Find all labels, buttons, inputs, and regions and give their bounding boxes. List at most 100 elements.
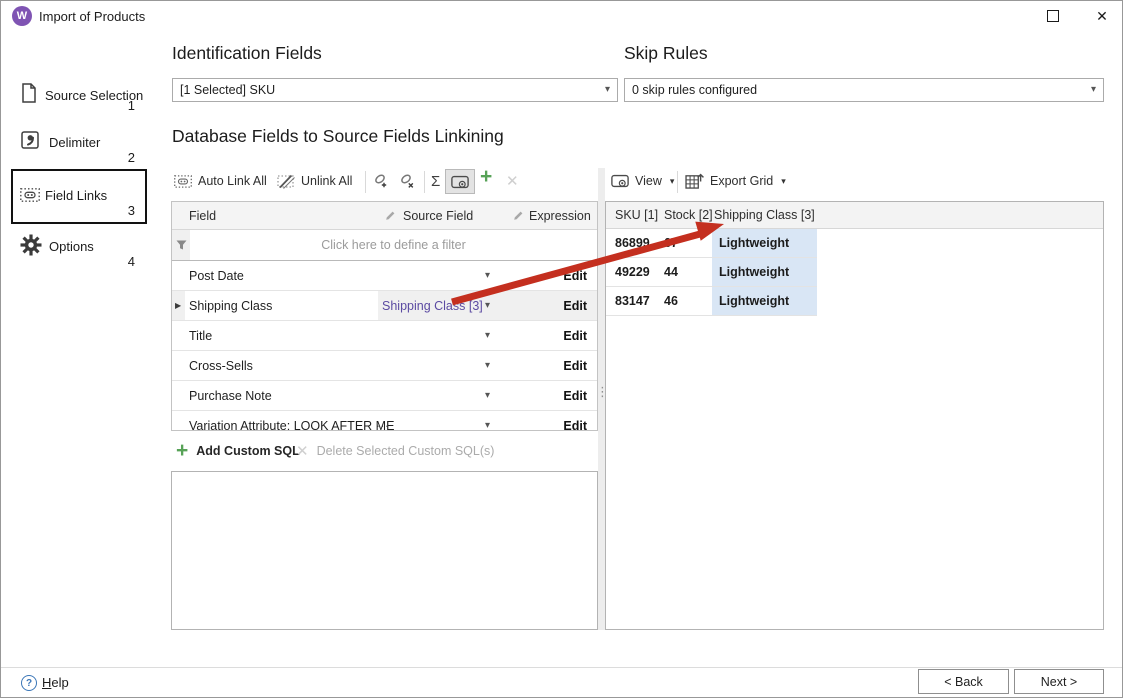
chevron-down-icon[interactable]: ▾ [485, 420, 490, 431]
dropdown-value: 0 skip rules configured [632, 83, 757, 97]
link-add-icon [373, 173, 389, 189]
field-name: Cross-Sells [189, 359, 253, 373]
toolbar-separator [424, 171, 425, 193]
window-title: Import of Products [39, 9, 145, 24]
toolbar-separator [677, 171, 678, 193]
maximize-icon [1047, 10, 1059, 22]
x-icon: ✕ [296, 442, 309, 460]
sidebar-item-delimiter[interactable]: Delimiter 2 [1, 125, 151, 165]
preview-icon [451, 175, 469, 189]
button-label: Add Custom SQL [196, 444, 299, 458]
chevron-down-icon[interactable]: ▾ [485, 390, 490, 401]
table-row-title[interactable]: Title ▾ Edit [172, 321, 597, 351]
filter-icon-cell [172, 230, 190, 260]
chevron-down-icon: ▾ [1091, 84, 1096, 95]
preview-row[interactable]: 49229 44 Lightweight [606, 258, 817, 287]
cell-sku: 86899 [615, 236, 650, 250]
step-number: 2 [113, 150, 135, 165]
page-icon [21, 83, 37, 103]
wizard-sidebar: Source Selection 1 Delimiter 2 Field Lin… [1, 31, 161, 661]
back-button[interactable]: < Back [918, 669, 1009, 694]
column-header-shipping-class[interactable]: Shipping Class [3] [714, 208, 815, 222]
export-grid-button[interactable]: Export Grid ▾ [685, 168, 786, 194]
field-name: Post Date [189, 269, 244, 283]
app-logo-icon: W [12, 6, 32, 26]
field-name: Purchase Note [189, 389, 272, 403]
step-number: 4 [113, 254, 135, 269]
link-remove-button[interactable] [395, 169, 419, 193]
sum-button[interactable]: Σ [431, 173, 440, 190]
sidebar-item-label: Delimiter [49, 135, 100, 150]
row-overflow-indicator: ... [376, 415, 390, 430]
edit-link[interactable]: Edit [563, 419, 587, 431]
delete-link-button-disabled[interactable]: ✕ [506, 172, 519, 190]
next-button[interactable]: Next > [1014, 669, 1104, 694]
column-header-field[interactable]: Field [189, 209, 216, 223]
delete-custom-sql-button-disabled[interactable]: ✕ Delete Selected Custom SQL(s) [296, 438, 494, 464]
edit-link[interactable]: Edit [563, 329, 587, 343]
help-rest: elp [51, 675, 68, 690]
edit-link[interactable]: Edit [563, 389, 587, 403]
add-custom-sql-button[interactable]: + Add Custom SQL [176, 438, 300, 464]
table-row-shipping-class-selected[interactable]: ▶ Shipping Class Shipping Class [3] ▾ Ed… [172, 291, 597, 321]
filter-row[interactable]: Click here to define a filter [172, 230, 597, 261]
panel-splitter[interactable]: ⋮ [598, 168, 605, 630]
help-link[interactable]: Help [42, 675, 69, 690]
edit-link[interactable]: Edit [563, 359, 587, 373]
chevron-down-icon: ▾ [781, 176, 786, 187]
cell-stock: 67 [664, 236, 678, 250]
chevron-down-icon[interactable]: ▾ [485, 360, 490, 371]
unlink-icon [277, 174, 295, 189]
cell-stock: 46 [664, 294, 678, 308]
table-row-cross-sells[interactable]: Cross-Sells ▾ Edit [172, 351, 597, 381]
button-label: Unlink All [301, 174, 352, 188]
add-link-button[interactable]: + [480, 165, 492, 189]
auto-link-all-button[interactable]: Auto Link All [174, 168, 267, 194]
identification-fields-dropdown[interactable]: [1 Selected] SKU ▾ [172, 78, 618, 102]
source-field-link[interactable]: Shipping Class [3] [382, 299, 482, 313]
edit-link[interactable]: Edit [563, 269, 587, 283]
sidebar-item-source-selection[interactable]: Source Selection 1 [1, 77, 151, 117]
help-accel: H [42, 675, 51, 690]
chevron-down-icon[interactable]: ▾ [485, 270, 490, 281]
question-glyph: ? [26, 678, 32, 689]
preview-toggle-button[interactable] [445, 169, 475, 194]
close-button[interactable]: ✕ [1080, 1, 1123, 31]
cell-sku: 49229 [615, 265, 650, 279]
chevron-down-icon: ▾ [670, 176, 675, 187]
chevron-down-icon[interactable]: ▾ [485, 330, 490, 341]
button-label: Delete Selected Custom SQL(s) [317, 444, 495, 458]
pencil-icon [385, 210, 396, 221]
chevron-down-icon[interactable]: ▾ [485, 300, 490, 311]
sidebar-item-field-links[interactable]: Field Links 3 [1, 181, 151, 221]
column-header-source-field[interactable]: Source Field [403, 209, 473, 223]
sidebar-item-label: Options [49, 239, 94, 254]
source-preview-panel: SKU [1] Stock [2] Shipping Class [3] 868… [605, 201, 1104, 630]
filter-placeholder: Click here to define a filter [190, 238, 597, 252]
import-products-window: W Import of Products ✕ Source Selection … [0, 0, 1123, 698]
edit-link[interactable]: Edit [563, 299, 587, 313]
maximize-button[interactable] [1031, 1, 1075, 31]
preview-row[interactable]: 86899 67 Lightweight [606, 229, 817, 258]
button-label: Export Grid [710, 174, 773, 188]
table-row-post-date[interactable]: Post Date ▾ Edit [172, 261, 597, 291]
preview-row[interactable]: 83147 46 Lightweight [606, 287, 817, 316]
field-name: Title [189, 329, 212, 343]
table-row-purchase-note[interactable]: Purchase Note ▾ Edit [172, 381, 597, 411]
column-header-stock[interactable]: Stock [2] [664, 208, 713, 222]
unlink-all-button[interactable]: Unlink All [277, 168, 352, 194]
skip-rules-dropdown[interactable]: 0 skip rules configured ▾ [624, 78, 1104, 102]
column-header-expression[interactable]: Expression [529, 209, 591, 223]
toolbar-separator [365, 171, 366, 193]
view-menu-button[interactable]: View ▾ [611, 168, 674, 194]
link-add-button[interactable] [369, 169, 393, 193]
cell-stock: 44 [664, 265, 678, 279]
fields-link-grid: Field Source Field Expression Click here… [171, 201, 598, 431]
identification-fields-heading: Identification Fields [172, 43, 322, 64]
preview-header-row: SKU [1] Stock [2] Shipping Class [3] [606, 202, 1103, 229]
sidebar-item-options[interactable]: Options 4 [1, 229, 151, 273]
grid-header-row: Field Source Field Expression [172, 202, 597, 230]
chevron-down-icon: ▾ [605, 84, 610, 95]
column-header-sku[interactable]: SKU [1] [615, 208, 658, 222]
custom-sql-input[interactable] [171, 471, 598, 630]
